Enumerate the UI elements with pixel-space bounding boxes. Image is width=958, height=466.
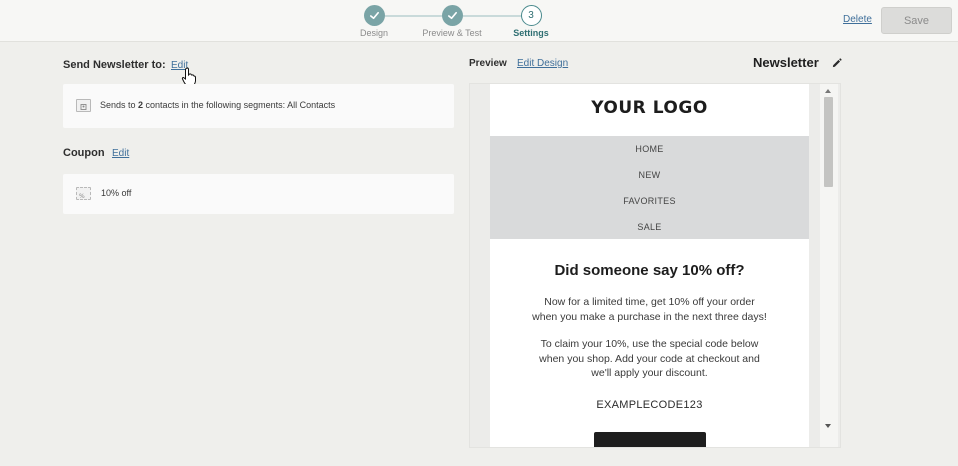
recipients-summary: Sends to 2 contacts in the following seg…	[100, 100, 336, 110]
email-nav-item-new: NEW	[638, 170, 661, 180]
pencil-icon[interactable]	[831, 58, 842, 69]
newsletter-title: Newsletter	[753, 55, 819, 70]
step-settings[interactable]: 3 Settings	[481, 5, 581, 38]
coupon-card: % 10% off	[63, 174, 454, 214]
step-number: 3	[520, 5, 542, 26]
progress-stepper: Design Preview & Test 3 Settings	[340, 5, 570, 39]
preview-scrollbar[interactable]	[820, 84, 838, 447]
svg-text:%: %	[79, 193, 85, 200]
email-coupon-code: EXAMPLECODE123	[596, 399, 703, 411]
preview-label: Preview	[469, 58, 507, 69]
step-label: Settings	[513, 28, 549, 38]
send-newsletter-title: Send Newsletter to:	[63, 59, 166, 71]
email-cta-button	[594, 432, 706, 447]
edit-coupon-link[interactable]: Edit	[112, 148, 129, 159]
scroll-thumb[interactable]	[824, 97, 833, 187]
recipients-card: Sends to 2 contacts in the following seg…	[63, 84, 454, 128]
edit-design-link[interactable]: Edit Design	[517, 58, 568, 69]
checkmark-icon	[363, 5, 385, 26]
email-nav-item-favorites: FAVORITES	[623, 196, 676, 206]
scroll-down-arrow-icon[interactable]	[825, 424, 831, 428]
scroll-up-arrow-icon[interactable]	[825, 89, 831, 93]
email-nav: HOME NEW FAVORITES SALE	[490, 136, 809, 239]
email-logo: YOUR LOGO	[591, 98, 708, 118]
checkmark-icon	[441, 5, 463, 26]
coupon-title: Coupon	[63, 147, 105, 159]
email-nav-item-home: HOME	[635, 144, 664, 154]
email-paragraph-offer: Now for a limited time, get 10% off your…	[532, 296, 767, 323]
coupon-icon: %	[76, 187, 91, 200]
save-button[interactable]: Save	[881, 7, 952, 34]
contacts-icon	[76, 99, 91, 112]
email-preview-frame[interactable]: YOUR LOGO HOME NEW FAVORITES SALE Did so…	[469, 83, 841, 448]
email-paragraph-claim: To claim your 10%, use the special code …	[539, 338, 760, 379]
delete-link[interactable]: Delete	[843, 14, 872, 25]
email-preview: YOUR LOGO HOME NEW FAVORITES SALE Did so…	[490, 84, 809, 447]
email-headline: Did someone say 10% off?	[554, 262, 745, 279]
top-bar: Design Preview & Test 3 Settings Delete …	[0, 0, 958, 42]
email-nav-item-sale: SALE	[637, 222, 662, 232]
coupon-value: 10% off	[101, 188, 132, 198]
